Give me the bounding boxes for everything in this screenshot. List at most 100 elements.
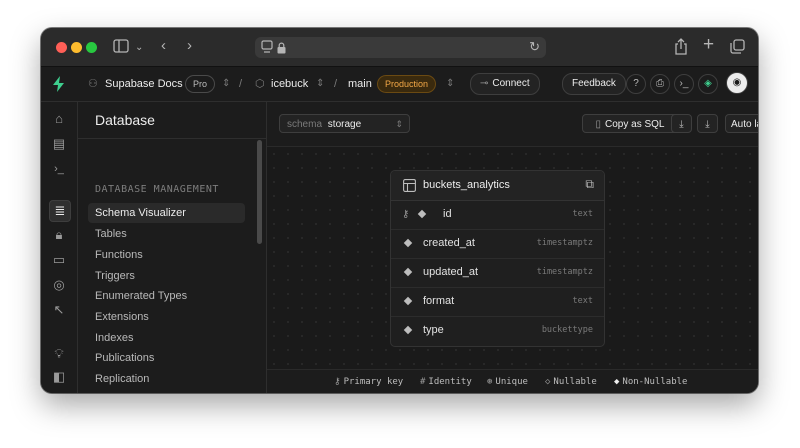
column-name: updated_at bbox=[423, 266, 479, 278]
divider bbox=[78, 138, 266, 139]
forward-icon[interactable]: › bbox=[187, 38, 192, 54]
project-name[interactable]: icebuck bbox=[271, 67, 308, 101]
close-window-button[interactable] bbox=[56, 42, 67, 53]
sidebar-item-indexes[interactable]: Indexes bbox=[88, 328, 245, 348]
column-type: text bbox=[572, 296, 593, 306]
table-node[interactable]: buckets_analytics ⧉ ⚷ id text created_at… bbox=[390, 170, 605, 347]
assistant-icon[interactable]: ◈ bbox=[698, 74, 718, 94]
avatar[interactable]: ◉ bbox=[726, 72, 748, 94]
table-node-title: buckets_analytics bbox=[423, 179, 510, 191]
sidebar-scrollbar[interactable] bbox=[257, 140, 262, 244]
schema-canvas[interactable]: buckets_analytics ⧉ ⚷ id text created_at… bbox=[267, 147, 758, 369]
plan-badge: Pro bbox=[185, 75, 216, 93]
chevron-down-icon[interactable]: ⌄ bbox=[135, 40, 143, 56]
functions-icon[interactable]: ↖ bbox=[49, 300, 69, 320]
supabase-logo-icon[interactable] bbox=[52, 76, 66, 97]
sql-editor-icon[interactable]: ›_ bbox=[49, 159, 69, 179]
reload-icon[interactable]: ↻ bbox=[529, 39, 540, 55]
table-editor-icon[interactable]: ▤ bbox=[49, 134, 69, 154]
download-svg-button[interactable]: ⤓ bbox=[697, 114, 718, 133]
sidebar-item-tables[interactable]: Tables bbox=[88, 224, 245, 244]
sidebar-item-extensions[interactable]: Extensions bbox=[88, 307, 245, 327]
key-icon: ⚷ bbox=[334, 377, 341, 387]
table-icon bbox=[403, 179, 416, 197]
sidebar-item-replication[interactable]: Replication bbox=[88, 369, 245, 389]
page-title: Database bbox=[95, 112, 155, 128]
sidebar-item-publications[interactable]: Publications bbox=[88, 348, 245, 368]
feedback-button[interactable]: Feedback bbox=[562, 73, 626, 95]
hash-icon: # bbox=[420, 377, 426, 387]
branch-name[interactable]: main bbox=[348, 67, 372, 101]
column-type: text bbox=[572, 209, 593, 219]
copy-as-sql-button[interactable]: ▯ Copy as SQL bbox=[582, 114, 678, 133]
realtime-icon[interactable]: ◎ bbox=[49, 275, 69, 295]
column-row: ⚷ id text bbox=[391, 200, 604, 230]
diamond-filled-icon: ◆ bbox=[614, 377, 620, 387]
column-name: format bbox=[423, 295, 455, 307]
diamond-outline-icon: ◇ bbox=[545, 377, 551, 387]
non-nullable-icon bbox=[403, 238, 413, 248]
terminal-icon[interactable]: ›_ bbox=[674, 74, 694, 94]
column-row: updated_at timestamptz bbox=[391, 258, 604, 288]
sidebar-item-functions[interactable]: Functions bbox=[88, 245, 245, 265]
database-icon[interactable]: ≣ bbox=[49, 200, 71, 222]
browser-toolbar: ⌄ ‹ › ↻ + bbox=[41, 28, 758, 67]
sidebar-item-enumerated-types[interactable]: Enumerated Types bbox=[88, 286, 245, 306]
collapse-sidebar-icon[interactable]: ◧ bbox=[49, 367, 69, 387]
external-link-icon[interactable]: ⧉ bbox=[585, 177, 594, 192]
share-icon[interactable] bbox=[674, 38, 688, 60]
page-icon bbox=[261, 40, 273, 59]
legend-non-nullable: ◆ Non-Nullable bbox=[614, 370, 687, 393]
environment-badge: Production bbox=[377, 75, 437, 93]
back-icon[interactable]: ‹ bbox=[161, 38, 166, 54]
project-switcher-icon[interactable]: ⇕ bbox=[316, 67, 324, 101]
download-icon: ⤓ bbox=[705, 119, 710, 130]
branch-switcher-icon[interactable]: ⇕ bbox=[446, 67, 454, 101]
new-tab-icon[interactable]: + bbox=[703, 35, 714, 54]
sidebar-toggle-icon[interactable] bbox=[113, 39, 129, 57]
column-type: buckettype bbox=[541, 325, 593, 335]
schema-select-prefix: schema bbox=[287, 119, 323, 130]
auth-lock-icon[interactable]: 🔒︎ bbox=[49, 225, 69, 245]
section-label: DATABASE MANAGEMENT bbox=[95, 184, 219, 195]
visualizer-toolbar: schema storage ⇕ ▯ Copy as SQL ⤓ ⤓ Auto l… bbox=[267, 102, 758, 147]
non-nullable-icon bbox=[403, 267, 413, 277]
browser-window: ⌄ ‹ › ↻ + ⚇ Supabase Docs Pro ⇕ / ⬡ iceb… bbox=[41, 28, 758, 393]
column-type: timestamptz bbox=[536, 267, 593, 277]
help-icon[interactable]: ? bbox=[626, 74, 646, 94]
org-name[interactable]: Supabase Docs bbox=[105, 67, 183, 101]
storage-icon[interactable]: ▭ bbox=[49, 250, 69, 270]
column-name: type bbox=[423, 324, 444, 336]
column-name: created_at bbox=[423, 237, 475, 249]
lock-icon bbox=[277, 41, 286, 59]
tab-overview-icon[interactable] bbox=[730, 39, 745, 59]
sidebar-item-schema-visualizer[interactable]: Schema Visualizer bbox=[88, 203, 245, 223]
connect-button[interactable]: ⊸ Connect bbox=[470, 73, 540, 95]
sidebar-item-triggers[interactable]: Triggers bbox=[88, 266, 245, 286]
copy-as-sql-label: Copy as SQL bbox=[605, 119, 665, 130]
column-row: type buckettype bbox=[391, 316, 604, 345]
legend-identity-label: Identity bbox=[428, 377, 472, 387]
legend-unique: ⊛ Unique bbox=[487, 370, 528, 393]
connect-label: Connect bbox=[492, 78, 530, 89]
lightbulb-icon[interactable]: 💡︎ bbox=[49, 344, 69, 364]
org-switcher-icon[interactable]: ⇕ bbox=[222, 67, 230, 101]
chevron-updown-icon: ⇕ bbox=[395, 119, 403, 129]
auto-layout-button[interactable]: Auto layout bbox=[725, 114, 758, 133]
column-row: format text bbox=[391, 287, 604, 317]
home-icon[interactable]: ⌂ bbox=[49, 109, 69, 129]
maximize-window-button[interactable] bbox=[86, 42, 97, 53]
download-png-button[interactable]: ⤓ bbox=[671, 114, 692, 133]
schema-select[interactable]: schema storage ⇕ bbox=[279, 114, 410, 133]
non-nullable-icon bbox=[403, 325, 413, 335]
clipboard-icon: ▯ bbox=[595, 119, 602, 130]
non-nullable-icon bbox=[403, 296, 413, 306]
legend-primary-key: ⚷ Primary key bbox=[334, 370, 403, 393]
fingerprint-icon: ⊛ bbox=[487, 377, 493, 387]
inbox-icon[interactable]: ⎙ bbox=[650, 74, 670, 94]
minimize-window-button[interactable] bbox=[71, 42, 82, 53]
legend-non-nullable-label: Non-Nullable bbox=[622, 377, 688, 387]
address-bar[interactable]: ↻ bbox=[255, 37, 546, 58]
primary-nav-rail: ⌂ ▤ ›_ ≣ 🔒︎ ▭ ◎ ↖ 💡︎ ◧ bbox=[41, 102, 78, 393]
project-icon: ⬡ bbox=[255, 78, 265, 90]
